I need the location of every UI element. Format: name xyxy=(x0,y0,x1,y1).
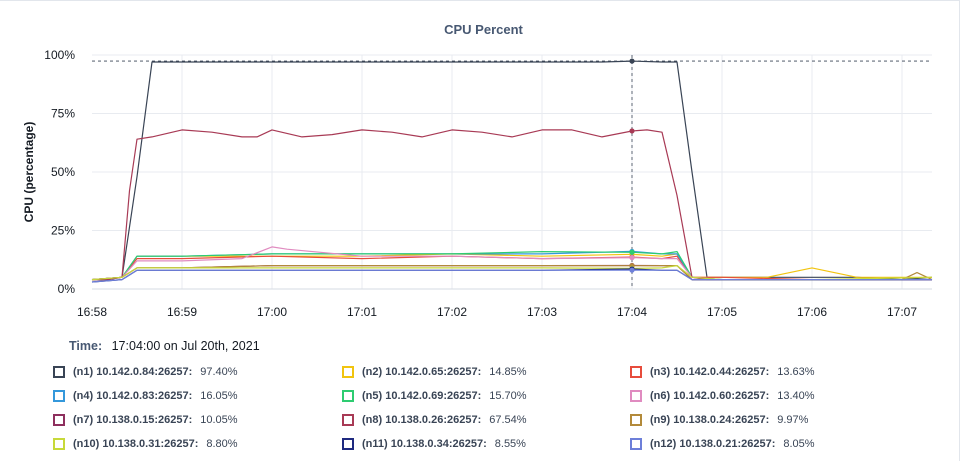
legend-series-name: (n5) 10.142.0.69:26257: xyxy=(362,390,482,402)
x-tick-label: 17:02 xyxy=(437,305,467,319)
legend-series-name: (n2) 10.142.0.65:26257: xyxy=(362,366,482,378)
legend-swatch xyxy=(630,366,642,378)
legend-series-value: 13.40% xyxy=(777,390,815,402)
legend-swatch xyxy=(53,438,65,450)
legend-swatch xyxy=(53,414,65,426)
y-tick-label: 75% xyxy=(51,107,75,121)
legend-series-value: 9.97% xyxy=(777,414,809,426)
legend-series-name: (n8) 10.138.0.26:26257: xyxy=(362,414,482,426)
x-tick-label: 16:59 xyxy=(167,305,197,319)
y-tick-label: 25% xyxy=(51,224,75,238)
y-axis-label: CPU (percentage) xyxy=(22,121,36,223)
legend-series-value: 15.70% xyxy=(489,390,527,402)
legend-series-name: (n4) 10.142.0.83:26257: xyxy=(73,390,193,402)
legend-swatch xyxy=(342,438,354,450)
legend-item[interactable]: (n2) 10.142.0.65:26257: 14.85% xyxy=(342,364,527,380)
x-tick-label: 16:58 xyxy=(77,305,107,319)
y-tick-label: 0% xyxy=(58,282,76,296)
legend-swatch xyxy=(342,414,354,426)
hover-point-8 xyxy=(629,128,635,134)
legend-item[interactable]: (n1) 10.142.0.84:26257: 97.40% xyxy=(53,364,238,380)
x-tick-label: 17:03 xyxy=(527,305,557,319)
legend-item[interactable]: (n6) 10.142.0.60:26257: 13.40% xyxy=(630,388,815,404)
y-tick-label: 50% xyxy=(51,165,75,179)
legend-series-name: (n7) 10.138.0.15:26257: xyxy=(73,414,193,426)
legend-swatch xyxy=(342,390,354,402)
x-tick-label: 17:01 xyxy=(347,305,377,319)
legend-item[interactable]: (n12) 10.138.0.21:26257: 8.05% xyxy=(630,436,815,452)
x-tick-label: 17:05 xyxy=(707,305,737,319)
x-tick-label: 17:06 xyxy=(797,305,827,319)
legend-item[interactable]: (n9) 10.138.0.24:26257: 9.97% xyxy=(630,412,808,428)
hover-point-1 xyxy=(629,58,635,64)
hover-time: Time: 17:04:00 on Jul 20th, 2021 xyxy=(69,339,260,353)
time-label: Time: xyxy=(69,339,103,353)
legend-swatch xyxy=(630,390,642,402)
legend-series-name: (n1) 10.142.0.84:26257: xyxy=(73,366,193,378)
legend-swatch xyxy=(342,366,354,378)
legend-item[interactable]: (n3) 10.142.0.44:26257: 13.63% xyxy=(630,364,815,380)
legend-series-name: (n12) 10.138.0.21:26257: xyxy=(650,438,776,450)
legend-series-value: 14.85% xyxy=(489,366,527,378)
hover-point-6 xyxy=(629,255,635,261)
legend-swatch xyxy=(53,390,65,402)
legend-item[interactable]: (n10) 10.138.0.31:26257: 8.80% xyxy=(53,436,238,452)
legend-series-name: (n11) 10.138.0.34:26257: xyxy=(362,438,487,450)
legend-series-value: 8.05% xyxy=(783,438,815,450)
legend-series-value: 8.55% xyxy=(494,438,526,450)
x-tick-label: 17:00 xyxy=(257,305,287,319)
legend-item[interactable]: (n5) 10.142.0.69:26257: 15.70% xyxy=(342,388,527,404)
legend-series-value: 10.05% xyxy=(200,414,238,426)
legend-swatch xyxy=(53,366,65,378)
hover-point-5 xyxy=(629,249,635,255)
legend-series-value: 97.40% xyxy=(200,366,238,378)
legend-item[interactable]: (n11) 10.138.0.34:26257: 8.55% xyxy=(342,436,526,452)
series-line-12 xyxy=(91,269,932,283)
hover-point-12 xyxy=(629,267,635,273)
legend-series-name: (n9) 10.138.0.24:26257: xyxy=(650,414,770,426)
cpu-line-chart[interactable]: 0% 25% 50% 75% 100% 16:58 16:59 17:00 17:01 17:02… xyxy=(0,0,967,330)
legend-swatch xyxy=(630,414,642,426)
legend-series-name: (n10) 10.138.0.31:26257: xyxy=(73,438,199,450)
time-value: 17:04:00 on Jul 20th, 2021 xyxy=(111,339,260,353)
legend-series-value: 16.05% xyxy=(200,390,238,402)
legend-item[interactable]: (n4) 10.142.0.83:26257: 16.05% xyxy=(53,388,238,404)
legend-swatch xyxy=(630,438,642,450)
legend-series-value: 13.63% xyxy=(777,366,815,378)
legend-item[interactable]: (n7) 10.138.0.15:26257: 10.05% xyxy=(53,412,238,428)
legend-item[interactable]: (n8) 10.138.0.26:26257: 67.54% xyxy=(342,412,527,428)
legend-series-name: (n6) 10.142.0.60:26257: xyxy=(650,390,770,402)
x-tick-label: 17:07 xyxy=(887,305,917,319)
legend-series-name: (n3) 10.142.0.44:26257: xyxy=(650,366,770,378)
legend-series-value: 8.80% xyxy=(206,438,238,450)
series-line-1 xyxy=(92,60,933,281)
x-tick-label: 17:04 xyxy=(617,305,647,319)
y-tick-label: 100% xyxy=(44,48,75,62)
legend-series-value: 67.54% xyxy=(489,414,527,426)
